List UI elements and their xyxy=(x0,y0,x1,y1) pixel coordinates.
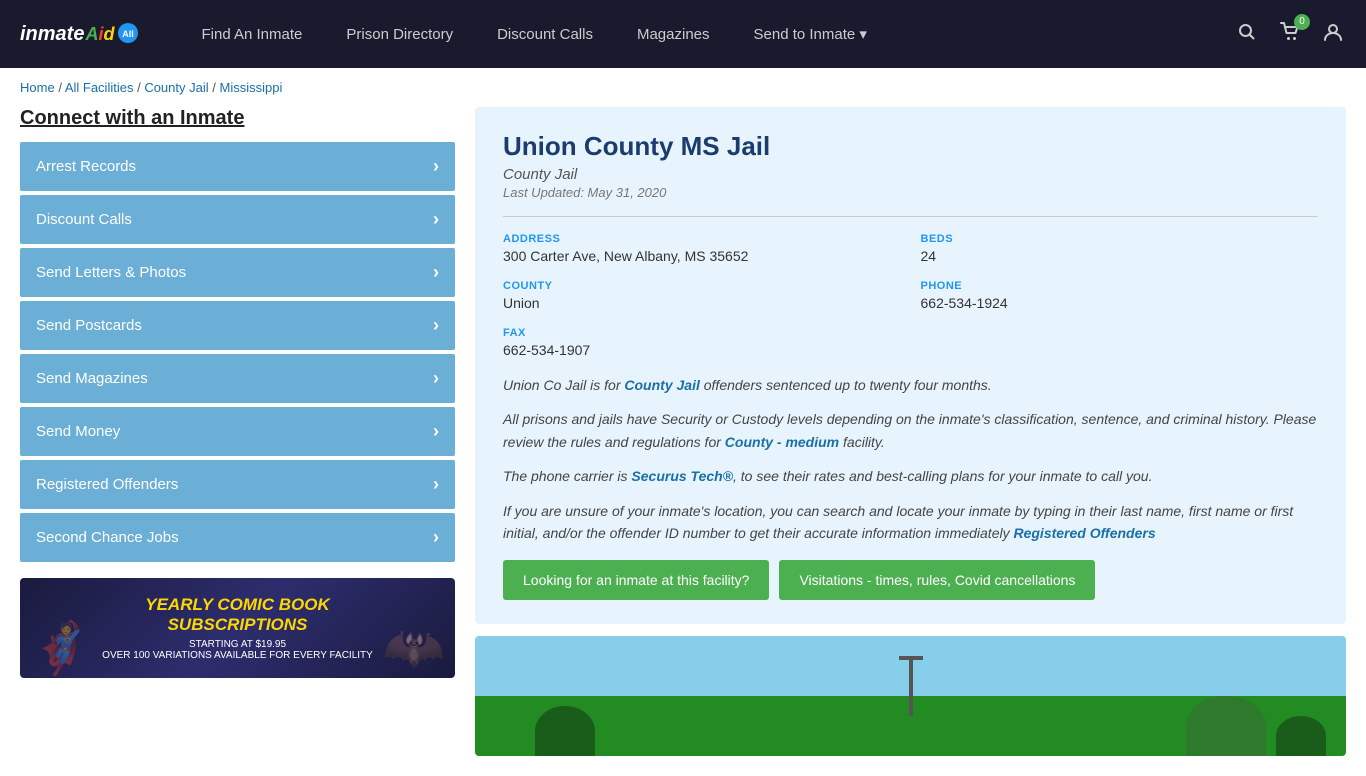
county-value: Union xyxy=(503,295,901,311)
sidebar-item-second-chance-jobs[interactable]: Second Chance Jobs › xyxy=(20,513,455,562)
arrow-icon: › xyxy=(433,368,439,389)
sidebar-label-discount-calls: Discount Calls xyxy=(36,211,132,228)
info-county: COUNTY Union xyxy=(503,280,901,311)
arrow-icon: › xyxy=(433,527,439,548)
ad-banner[interactable]: 🦸 YEARLY COMIC BOOKSUBSCRIPTIONS STARTIN… xyxy=(20,578,455,678)
breadcrumb-county-jail[interactable]: County Jail xyxy=(144,80,208,95)
cart-button[interactable]: 0 xyxy=(1276,18,1304,51)
sidebar-label-send-money: Send Money xyxy=(36,423,120,440)
sidebar-item-send-money[interactable]: Send Money › xyxy=(20,407,455,456)
sidebar: Connect with an Inmate Arrest Records › … xyxy=(20,107,455,756)
fax-label: FAX xyxy=(503,327,901,339)
nav-send-to-inmate[interactable]: Send to Inmate ▾ xyxy=(732,0,889,68)
nav-discount-calls[interactable]: Discount Calls xyxy=(475,0,615,68)
breadcrumb: Home / All Facilities / County Jail / Mi… xyxy=(0,68,1366,107)
link-county-jail[interactable]: County Jail xyxy=(624,377,699,393)
ad-subtitle: STARTING AT $19.95OVER 100 VARIATIONS AV… xyxy=(102,639,373,661)
search-icon xyxy=(1238,23,1256,41)
fax-value: 662-534-1907 xyxy=(503,342,901,358)
divider xyxy=(503,216,1318,217)
beds-value: 24 xyxy=(921,248,1319,264)
desc-4: If you are unsure of your inmate's locat… xyxy=(503,500,1318,545)
svg-text:All: All xyxy=(123,29,135,39)
beds-label: BEDS xyxy=(921,233,1319,245)
nav-magazines[interactable]: Magazines xyxy=(615,0,732,68)
search-button[interactable] xyxy=(1234,19,1260,50)
ad-hero-right: 🦇 xyxy=(383,619,445,678)
nav-find-inmate[interactable]: Find An Inmate xyxy=(179,0,324,68)
address-label: ADDRESS xyxy=(503,233,901,245)
tree-decoration-1 xyxy=(535,706,595,756)
sidebar-label-send-magazines: Send Magazines xyxy=(36,370,148,387)
sidebar-item-send-postcards[interactable]: Send Postcards › xyxy=(20,301,455,350)
phone-label: PHONE xyxy=(921,280,1319,292)
sidebar-item-registered-offenders[interactable]: Registered Offenders › xyxy=(20,460,455,509)
link-county-medium[interactable]: County - medium xyxy=(725,434,839,450)
tree-decoration-2 xyxy=(1186,696,1266,756)
ad-title: YEARLY COMIC BOOKSUBSCRIPTIONS xyxy=(145,595,330,636)
sidebar-label-send-postcards: Send Postcards xyxy=(36,317,142,334)
nav-prison-directory[interactable]: Prison Directory xyxy=(324,0,475,68)
tree-decoration-3 xyxy=(1276,716,1326,756)
arrow-icon: › xyxy=(433,421,439,442)
arrow-icon: › xyxy=(433,262,439,283)
facility-card: Union County MS Jail County Jail Last Up… xyxy=(475,107,1346,624)
street-light-decoration xyxy=(909,656,913,716)
main-layout: Connect with an Inmate Arrest Records › … xyxy=(0,107,1366,776)
sidebar-label-send-letters: Send Letters & Photos xyxy=(36,264,186,281)
arrow-icon: › xyxy=(433,156,439,177)
breadcrumb-all-facilities[interactable]: All Facilities xyxy=(65,80,134,95)
content-area: Union County MS Jail County Jail Last Up… xyxy=(475,107,1346,756)
user-button[interactable] xyxy=(1320,19,1346,50)
facility-description: Union Co Jail is for County Jail offende… xyxy=(503,374,1318,544)
facility-name: Union County MS Jail xyxy=(503,131,1318,162)
info-fax: FAX 662-534-1907 xyxy=(503,327,901,358)
sidebar-menu: Arrest Records › Discount Calls › Send L… xyxy=(20,142,455,562)
info-address: ADDRESS 300 Carter Ave, New Albany, MS 3… xyxy=(503,233,901,264)
link-registered-offenders[interactable]: Registered Offenders xyxy=(1013,525,1155,541)
address-value: 300 Carter Ave, New Albany, MS 35652 xyxy=(503,248,901,264)
sidebar-item-discount-calls[interactable]: Discount Calls › xyxy=(20,195,455,244)
navbar: inmate A i d All Find An Inmate Prison D… xyxy=(0,0,1366,68)
sidebar-item-send-magazines[interactable]: Send Magazines › xyxy=(20,354,455,403)
sidebar-item-arrest-records[interactable]: Arrest Records › xyxy=(20,142,455,191)
sidebar-title: Connect with an Inmate xyxy=(20,107,455,130)
breadcrumb-home[interactable]: Home xyxy=(20,80,55,95)
info-phone: PHONE 662-534-1924 xyxy=(921,280,1319,311)
cart-badge: 0 xyxy=(1294,14,1310,30)
sidebar-label-second-chance-jobs: Second Chance Jobs xyxy=(36,529,179,546)
logo-icon: All xyxy=(117,22,139,44)
arrow-icon: › xyxy=(433,315,439,336)
visitations-button[interactable]: Visitations - times, rules, Covid cancel… xyxy=(779,560,1095,600)
facility-type: County Jail xyxy=(503,166,1318,183)
logo-text: inmate xyxy=(20,23,84,46)
nav-links: Find An Inmate Prison Directory Discount… xyxy=(179,0,1234,68)
link-securus[interactable]: Securus Tech® xyxy=(631,468,733,484)
sidebar-label-registered-offenders: Registered Offenders xyxy=(36,476,178,493)
info-beds: BEDS 24 xyxy=(921,233,1319,264)
find-inmate-button[interactable]: Looking for an inmate at this facility? xyxy=(503,560,769,600)
sidebar-label-arrest-records: Arrest Records xyxy=(36,158,136,175)
desc-3: The phone carrier is Securus Tech®, to s… xyxy=(503,465,1318,487)
nav-icons: 0 xyxy=(1234,18,1346,51)
action-buttons: Looking for an inmate at this facility? … xyxy=(503,560,1318,600)
arrow-icon: › xyxy=(433,474,439,495)
county-label: COUNTY xyxy=(503,280,901,292)
facility-info-grid: ADDRESS 300 Carter Ave, New Albany, MS 3… xyxy=(503,233,1318,358)
breadcrumb-state[interactable]: Mississippi xyxy=(219,80,282,95)
facility-updated: Last Updated: May 31, 2020 xyxy=(503,185,1318,200)
facility-image xyxy=(475,636,1346,756)
desc-1: Union Co Jail is for County Jail offende… xyxy=(503,374,1318,396)
phone-value: 662-534-1924 xyxy=(921,295,1319,311)
logo[interactable]: inmate A i d All xyxy=(20,22,139,47)
arrow-icon: › xyxy=(433,209,439,230)
sidebar-item-send-letters[interactable]: Send Letters & Photos › xyxy=(20,248,455,297)
user-icon xyxy=(1324,23,1342,41)
ad-hero-left: 🦸 xyxy=(30,619,92,678)
desc-2: All prisons and jails have Security or C… xyxy=(503,408,1318,453)
